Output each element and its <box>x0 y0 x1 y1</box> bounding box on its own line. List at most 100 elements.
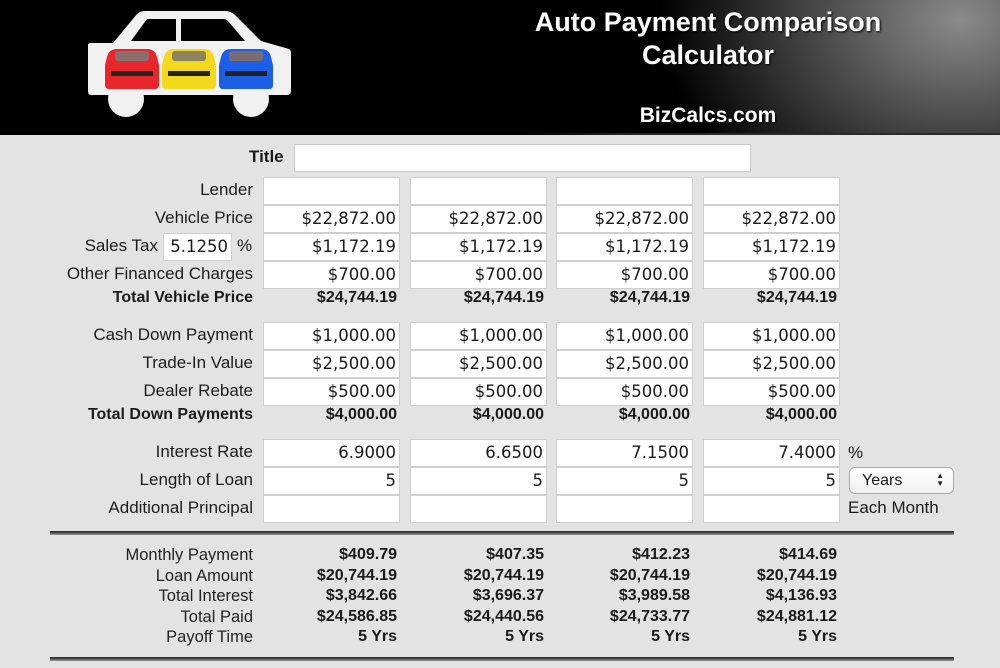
total-interest-value: $3,989.58 <box>618 587 690 604</box>
sales-tax-amount-input[interactable]: $1,172.19 <box>263 233 400 261</box>
cash-down-input[interactable]: $1,000.00 <box>703 322 840 350</box>
other-charges-label: Other Financed Charges <box>66 264 253 283</box>
total-down-value: $4,000.00 <box>765 406 837 423</box>
lender-input[interactable] <box>410 177 547 205</box>
total-interest-label: Total Interest <box>158 587 253 605</box>
other-charges-input[interactable]: $700.00 <box>703 261 840 289</box>
sales-tax-amount-input[interactable]: $1,172.19 <box>703 233 840 261</box>
divider-bottom <box>50 657 954 661</box>
trade-in-input[interactable]: $2,500.00 <box>703 350 840 378</box>
loan-amount-value: $20,744.19 <box>756 567 837 584</box>
interest-rate-input[interactable]: 6.6500 <box>410 439 547 467</box>
total-paid-value: $24,733.77 <box>609 608 690 625</box>
interest-rate-input[interactable]: 6.9000 <box>263 439 400 467</box>
payoff-time-value: 5 Yrs <box>798 628 837 645</box>
payoff-time-value: 5 Yrs <box>505 628 544 645</box>
additional-principal-input[interactable] <box>410 495 547 523</box>
total-paid-label: Total Paid <box>180 608 253 626</box>
lender-input[interactable] <box>556 177 693 205</box>
total-down-value: $4,000.00 <box>618 406 690 423</box>
page-title-line2: Calculator <box>641 40 775 70</box>
loan-term-unit-value: Years <box>862 472 903 489</box>
vehicle-price-input[interactable]: $22,872.00 <box>703 205 840 233</box>
cash-down-input[interactable]: $1,000.00 <box>556 322 693 350</box>
interest-rate-input[interactable]: 7.4000 <box>703 439 840 467</box>
total-vehicle-price-label: Total Vehicle Price <box>112 289 253 306</box>
lender-label: Lender <box>200 180 253 199</box>
trade-in-input[interactable]: $2,500.00 <box>410 350 547 378</box>
vehicle-price-input[interactable]: $22,872.00 <box>556 205 693 233</box>
title-label: Title <box>249 147 284 166</box>
red-car-icon <box>105 49 159 89</box>
cash-down-input[interactable]: $1,000.00 <box>410 322 547 350</box>
length-of-loan-input[interactable]: 5 <box>556 467 693 495</box>
total-interest-value: $4,136.93 <box>765 587 837 604</box>
total-down-value: $4,000.00 <box>472 406 544 423</box>
sales-tax-amount-input[interactable]: $1,172.19 <box>410 233 547 261</box>
total-paid-value: $24,881.12 <box>756 608 837 625</box>
additional-principal-input[interactable] <box>556 495 693 523</box>
loan-term-unit-select[interactable]: Years ▲ ▼ <box>849 467 954 494</box>
total-interest-value: $3,696.37 <box>472 587 544 604</box>
vehicle-price-label: Vehicle Price <box>154 208 253 227</box>
lender-input[interactable] <box>703 177 840 205</box>
divider-top <box>50 531 954 535</box>
total-vehicle-price-value: $24,744.19 <box>316 289 397 306</box>
additional-principal-input[interactable] <box>703 495 840 523</box>
header-banner: Auto Payment Comparison Calculator BizCa… <box>0 0 1000 135</box>
length-of-loan-input[interactable]: 5 <box>703 467 840 495</box>
length-of-loan-input[interactable]: 5 <box>410 467 547 495</box>
title-input[interactable] <box>294 144 751 172</box>
sales-tax-percent-unit: % <box>237 236 253 255</box>
total-interest-value: $3,842.66 <box>325 587 397 604</box>
length-of-loan-input[interactable]: 5 <box>263 467 400 495</box>
total-paid-value: $24,586.85 <box>316 608 397 625</box>
monthly-payment-value: $414.69 <box>779 546 837 563</box>
loan-amount-value: $20,744.19 <box>316 567 397 584</box>
lender-input[interactable] <box>263 177 400 205</box>
monthly-payment-value: $409.79 <box>339 546 397 563</box>
total-down-value: $4,000.00 <box>325 406 397 423</box>
dealer-rebate-input[interactable]: $500.00 <box>556 378 693 406</box>
additional-principal-input[interactable] <box>263 495 400 523</box>
other-charges-input[interactable]: $700.00 <box>556 261 693 289</box>
select-arrows-icon: ▲ ▼ <box>936 471 944 488</box>
interest-rate-input[interactable]: 7.1500 <box>556 439 693 467</box>
blue-car-icon <box>219 49 273 89</box>
loan-amount-label: Loan Amount <box>155 567 253 585</box>
loan-amount-value: $20,744.19 <box>463 567 544 584</box>
length-of-loan-label: Length of Loan <box>139 470 253 489</box>
site-name[interactable]: BizCalcs.com <box>558 102 858 130</box>
other-charges-input[interactable]: $700.00 <box>263 261 400 289</box>
page-title-line1: Auto Payment Comparison <box>534 7 882 37</box>
sales-tax-label: Sales Tax <box>84 236 158 255</box>
total-vehicle-price-value: $24,744.19 <box>463 289 544 306</box>
total-paid-value: $24,440.56 <box>463 608 544 625</box>
dealer-rebate-input[interactable]: $500.00 <box>263 378 400 406</box>
monthly-payment-label: Monthly Payment <box>125 546 253 564</box>
payoff-time-label: Payoff Time <box>166 628 253 646</box>
sales-tax-rate-input[interactable]: 5.1250 <box>163 233 232 261</box>
total-vehicle-price-value: $24,744.19 <box>756 289 837 306</box>
payoff-time-value: 5 Yrs <box>651 628 690 645</box>
interest-percent-unit: % <box>848 443 864 462</box>
additional-principal-label: Additional Principal <box>108 498 253 517</box>
car-logo-icon <box>88 11 291 117</box>
sales-tax-amount-input[interactable]: $1,172.19 <box>556 233 693 261</box>
dealer-rebate-input[interactable]: $500.00 <box>703 378 840 406</box>
trade-in-input[interactable]: $2,500.00 <box>556 350 693 378</box>
yellow-car-icon <box>162 49 216 89</box>
vehicle-price-input[interactable]: $22,872.00 <box>410 205 547 233</box>
other-charges-input[interactable]: $700.00 <box>410 261 547 289</box>
total-vehicle-price-value: $24,744.19 <box>609 289 690 306</box>
dealer-rebate-label: Dealer Rebate <box>143 381 253 400</box>
vehicle-price-input[interactable]: $22,872.00 <box>263 205 400 233</box>
interest-rate-label: Interest Rate <box>155 442 253 461</box>
trade-in-input[interactable]: $2,500.00 <box>263 350 400 378</box>
dealer-rebate-input[interactable]: $500.00 <box>410 378 547 406</box>
monthly-payment-value: $407.35 <box>486 546 544 563</box>
cash-down-label: Cash Down Payment <box>93 325 253 344</box>
payoff-time-value: 5 Yrs <box>358 628 397 645</box>
monthly-payment-value: $412.23 <box>632 546 690 563</box>
cash-down-input[interactable]: $1,000.00 <box>263 322 400 350</box>
